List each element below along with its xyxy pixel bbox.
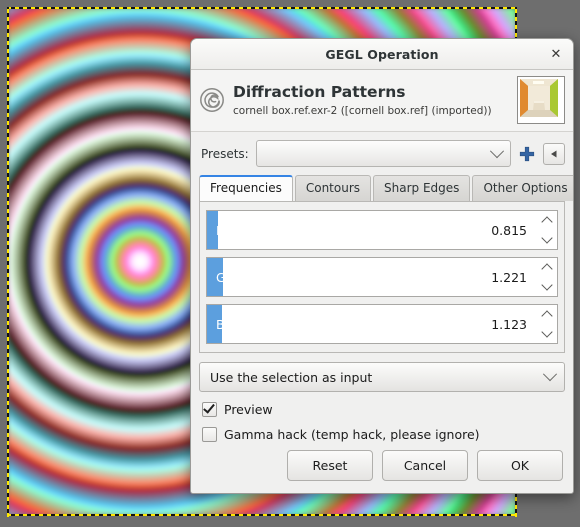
gegl-spiral-icon <box>200 88 224 112</box>
red-frequency-fill <box>207 211 218 249</box>
tab-contours[interactable]: Contours <box>294 175 372 201</box>
blue-frequency-text: Blue frequency 1.123 <box>207 305 535 343</box>
tab-other-options[interactable]: Other Options <box>472 175 573 201</box>
green-frequency-text: Green frequency 1.221 <box>207 258 535 296</box>
screen: GEGL Operation ✕ Diffraction Patterns co… <box>0 0 580 527</box>
cornell-box-thumbnail <box>517 76 565 124</box>
green-frequency-value: 1.221 <box>491 269 527 285</box>
blue-frequency-label: Blue frequency <box>216 316 311 332</box>
green-frequency-label: Green frequency <box>216 269 321 285</box>
chevron-up-icon[interactable] <box>541 216 553 228</box>
red-frequency-value: 0.815 <box>491 222 527 238</box>
reset-button[interactable]: Reset <box>287 450 373 481</box>
dialog-title: GEGL Operation <box>325 46 439 62</box>
chevron-down-icon[interactable] <box>541 279 553 291</box>
gegl-operation-dialog: GEGL Operation ✕ Diffraction Patterns co… <box>190 38 574 494</box>
tab-frequencies[interactable]: Frequencies <box>199 175 293 201</box>
gamma-hack-checkbox-row[interactable]: Gamma hack (temp hack, please ignore) <box>202 427 573 442</box>
red-frequency-slider[interactable]: Red frequency 0.815 <box>206 210 558 250</box>
red-frequency-label: Red frequency <box>216 222 307 238</box>
gamma-hack-checkbox[interactable] <box>202 427 217 442</box>
chevron-up-icon[interactable] <box>541 310 553 322</box>
input-source-value: Use the selection as input <box>210 369 373 385</box>
blue-frequency-value: 1.123 <box>491 316 527 332</box>
red-frequency-text: Red frequency 0.815 <box>207 211 535 249</box>
cornell-box-thumbnail-image <box>520 79 558 117</box>
dialog-titlebar[interactable]: GEGL Operation ✕ <box>191 39 573 70</box>
operation-header: Diffraction Patterns cornell box.ref.exr… <box>191 70 573 132</box>
frequencies-tab-panel: Red frequency 0.815 Green frequency 1.22… <box>199 201 565 353</box>
plus-icon[interactable] <box>518 145 536 163</box>
triangle-left-icon <box>551 150 557 157</box>
green-frequency-fill <box>207 258 223 296</box>
tab-sharp-edges[interactable]: Sharp Edges <box>373 175 471 201</box>
ok-button[interactable]: OK <box>477 450 563 481</box>
chevron-down-icon[interactable] <box>541 232 553 244</box>
tab-bar: Frequencies Contours Sharp Edges Other O… <box>191 175 573 201</box>
selection-border-top <box>7 7 517 9</box>
preview-label: Preview <box>224 402 273 417</box>
selection-border-bottom <box>7 514 517 516</box>
operation-subtitle: cornell box.ref.exr-2 ([cornell box.ref]… <box>233 104 492 117</box>
dialog-action-buttons: Reset Cancel OK <box>191 450 573 493</box>
presets-label: Presets: <box>201 146 249 161</box>
chevron-down-icon[interactable] <box>541 326 553 338</box>
presets-combobox[interactable] <box>255 140 511 167</box>
input-source-combobox[interactable]: Use the selection as input <box>199 362 565 392</box>
preview-checkbox[interactable] <box>202 402 217 417</box>
close-icon[interactable]: ✕ <box>545 43 567 65</box>
blue-frequency-fill <box>207 305 222 343</box>
chevron-down-icon <box>489 143 505 158</box>
chevron-down-icon <box>542 367 558 382</box>
blue-frequency-slider[interactable]: Blue frequency 1.123 <box>206 304 558 344</box>
cancel-button[interactable]: Cancel <box>382 450 468 481</box>
green-frequency-slider[interactable]: Green frequency 1.221 <box>206 257 558 297</box>
presets-row: Presets: <box>191 132 573 173</box>
green-frequency-stepper[interactable] <box>536 258 557 296</box>
preset-menu-button[interactable] <box>543 142 565 165</box>
operation-name: Diffraction Patterns <box>233 82 406 101</box>
selection-border-left <box>7 7 9 517</box>
chevron-up-icon[interactable] <box>541 263 553 275</box>
blue-frequency-stepper[interactable] <box>536 305 557 343</box>
gamma-hack-label: Gamma hack (temp hack, please ignore) <box>224 427 480 442</box>
preview-checkbox-row[interactable]: Preview <box>202 402 573 417</box>
operation-text-block: Diffraction Patterns cornell box.ref.exr… <box>233 83 511 118</box>
red-frequency-stepper[interactable] <box>536 211 557 249</box>
